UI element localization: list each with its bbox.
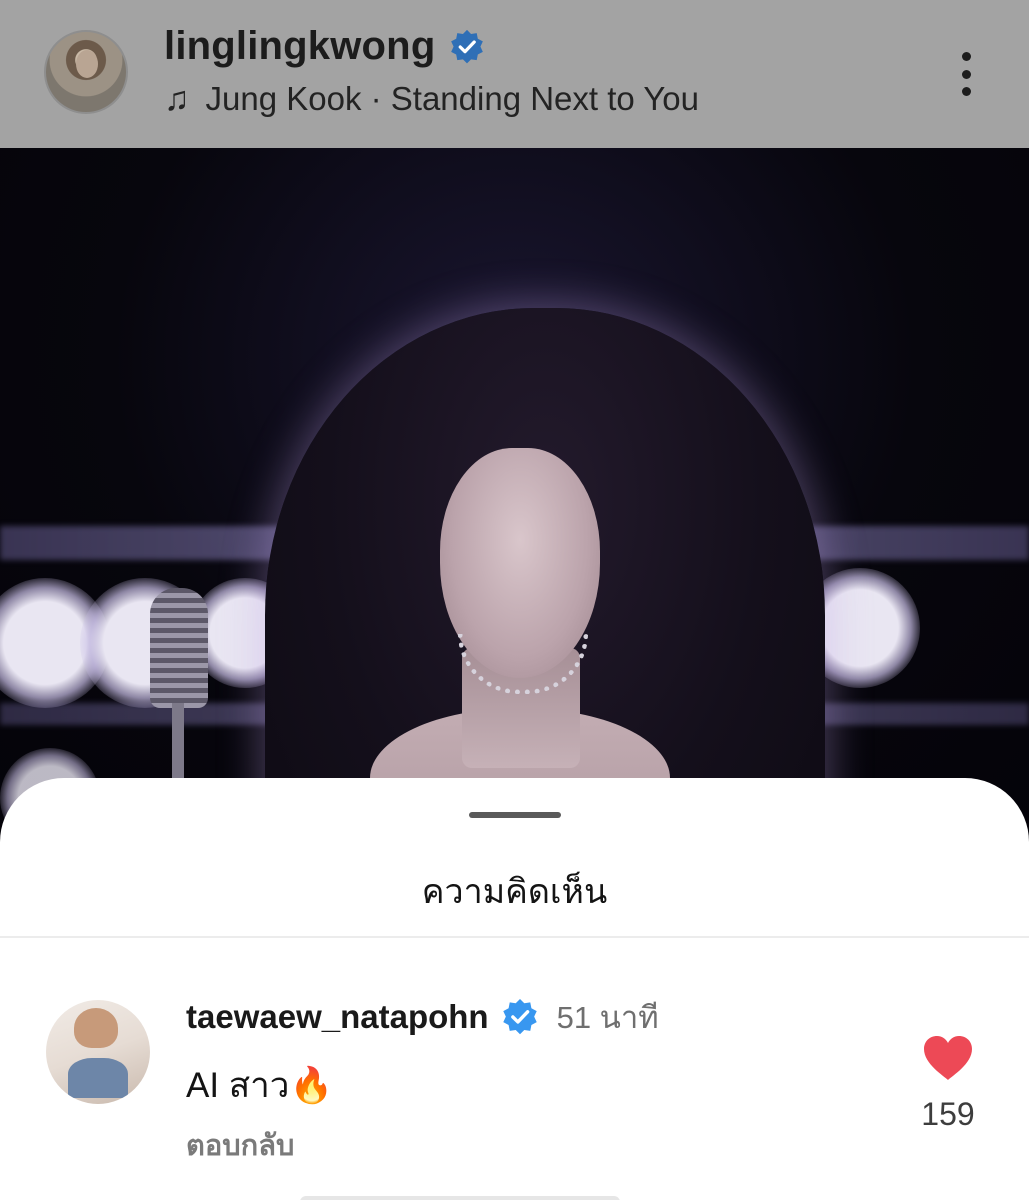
heart-icon[interactable]	[922, 1034, 974, 1082]
author-avatar[interactable]	[44, 30, 128, 114]
post-header: linglingkwong ♫ Jung Kook · Standing Nex…	[0, 0, 1029, 148]
post-image[interactable]	[0, 148, 1029, 848]
comments-sheet: ความคิดเห็น taewaew_natapohn 51 นาที AI …	[0, 778, 1029, 1200]
author-name-row: linglingkwong	[164, 24, 485, 69]
more-options-icon[interactable]	[945, 48, 987, 100]
next-comment-peek	[300, 1196, 620, 1200]
comment-text: AI สาว🔥	[186, 1066, 334, 1105]
comment-header: taewaew_natapohn 51 นาที	[186, 992, 659, 1042]
verified-badge-icon	[449, 29, 485, 65]
author-username[interactable]: linglingkwong	[164, 24, 435, 69]
commenter-avatar[interactable]	[46, 1000, 150, 1104]
verified-badge-icon	[501, 998, 539, 1036]
comment-timestamp: 51 นาที	[556, 1000, 659, 1035]
music-note-icon: ♫	[164, 80, 190, 118]
like-count: 159	[921, 1096, 975, 1132]
sheet-title: ความคิดเห็น	[421, 873, 608, 911]
reply-button[interactable]: ตอบกลับ	[186, 1122, 294, 1168]
music-text: Jung Kook · Standing Next to You	[205, 80, 700, 117]
instagram-post-screen: linglingkwong ♫ Jung Kook · Standing Nex…	[0, 0, 1029, 1200]
sheet-drag-handle[interactable]	[469, 812, 561, 818]
commenter-username[interactable]: taewaew_natapohn	[186, 998, 489, 1036]
music-attribution[interactable]: ♫ Jung Kook · Standing Next to You	[164, 80, 699, 118]
microphone	[150, 588, 208, 708]
divider	[0, 936, 1029, 938]
